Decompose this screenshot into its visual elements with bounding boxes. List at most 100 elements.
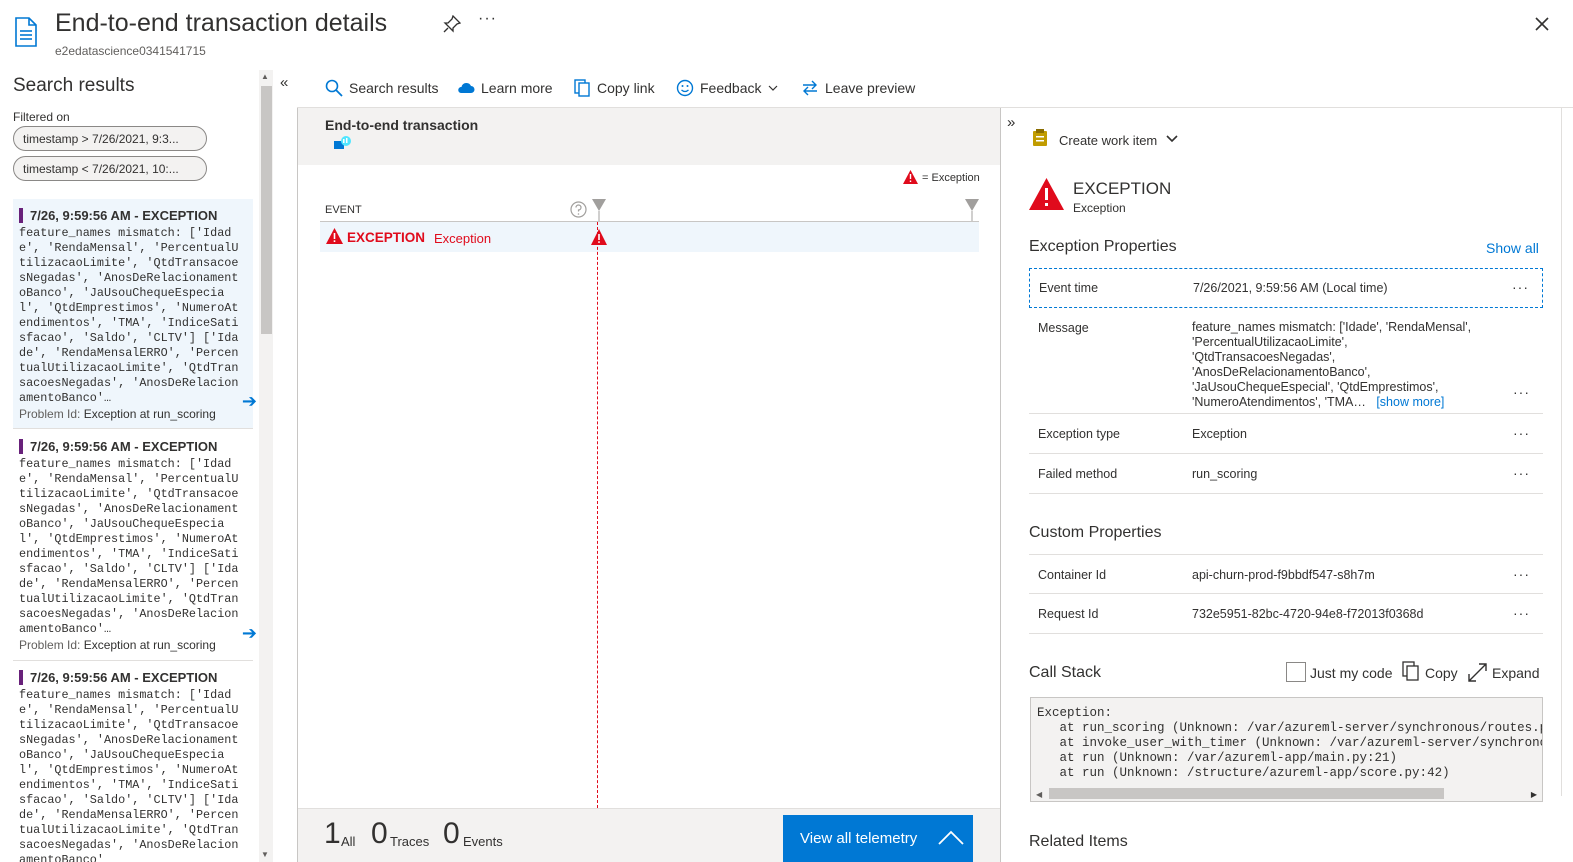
call-stack-title: Call Stack	[1029, 664, 1102, 681]
exception-subtitle: Exception	[1073, 201, 1126, 215]
message-line: 'PercentualUtilizacaoLimite',	[1192, 335, 1348, 349]
page-subtitle: e2edatascience0341541715	[55, 44, 206, 58]
message-line: 'AnosDeRelacionamentoBanco',	[1192, 365, 1371, 379]
more-options-icon[interactable]: ···	[478, 10, 497, 28]
timeline-exception-icon[interactable]	[591, 229, 607, 245]
result-body: feature_names mismatch: ['Idad e', 'Rend…	[19, 457, 239, 636]
transaction-title: End-to-end transaction	[325, 117, 479, 133]
scroll-left-icon[interactable]: ◀	[1036, 790, 1042, 799]
left-scrollbar-thumb[interactable]	[261, 86, 272, 334]
prop-value: api-churn-prod-f9bbdf547-s8h7m	[1192, 568, 1375, 582]
traces-label: Traces	[390, 834, 430, 849]
feedback-button[interactable]: Feedback	[676, 79, 779, 97]
prop-row-message[interactable]: Message feature_names mismatch: ['Idade'…	[1029, 308, 1543, 414]
scroll-up-icon[interactable]: ▲	[261, 72, 269, 81]
prop-row-request-id[interactable]: Request Id 732e5951-82bc-4720-94e8-f7201…	[1029, 594, 1543, 634]
prop-key: Request Id	[1038, 607, 1099, 621]
result-problem-id: Problem Id: Exception at run_scoring	[19, 638, 216, 652]
timeline-start-handle-icon[interactable]	[592, 199, 606, 221]
collapse-panel-icon[interactable]: «	[280, 74, 288, 91]
leave-preview-label: Leave preview	[825, 80, 916, 96]
search-result-item[interactable]: 7/26, 9:59:56 AM - EXCEPTION feature_nam…	[13, 430, 257, 661]
right-scrollbar-thumb[interactable]	[1561, 108, 1570, 796]
problem-label: Problem Id:	[19, 638, 81, 652]
row-more-icon[interactable]: ···	[1513, 605, 1530, 621]
exception-properties-title: Exception Properties	[1029, 238, 1177, 255]
call-stack-box[interactable]: Exception: at run_scoring (Unknown: /var…	[1030, 697, 1543, 802]
row-more-icon[interactable]: ···	[1513, 465, 1530, 481]
result-body: feature_names mismatch: ['Idad e', 'Rend…	[19, 688, 239, 862]
help-icon[interactable]	[570, 201, 587, 218]
problem-value: Exception at run_scoring	[83, 407, 216, 421]
traces-count: 0	[371, 817, 388, 850]
legend-text: = Exception	[922, 172, 980, 184]
expand-stack-button[interactable]: Expand	[1492, 665, 1539, 681]
row-more-icon[interactable]: ···	[1513, 566, 1530, 582]
search-results-label: Search results	[349, 80, 439, 96]
search-result-item[interactable]: 7/26, 9:59:56 AM - EXCEPTION feature_nam…	[13, 661, 253, 862]
copy-link-button[interactable]: Copy link	[573, 79, 655, 97]
view-all-label: View all telemetry	[800, 830, 918, 847]
work-item-icon	[1033, 129, 1047, 146]
timeline-end-handle-icon[interactable]	[965, 199, 979, 221]
result-header: 7/26, 9:59:56 AM - EXCEPTION	[19, 439, 217, 454]
filter-pill-start[interactable]: timestamp > 7/26/2021, 9:3...	[13, 126, 207, 151]
exception-large-icon	[1029, 178, 1064, 210]
row-more-icon[interactable]: ···	[1512, 279, 1529, 295]
call-stack-scrollbar-thumb[interactable]	[1049, 788, 1444, 799]
chevron-down-icon[interactable]	[1166, 135, 1178, 143]
search-icon	[325, 79, 343, 97]
open-result-arrow-icon[interactable]: ➔	[242, 623, 257, 644]
prop-row-exception-type[interactable]: Exception type Exception ···	[1029, 414, 1543, 454]
document-icon	[15, 17, 37, 47]
close-icon[interactable]	[1533, 15, 1551, 33]
prop-value: Exception	[1192, 427, 1247, 441]
message-line: 'JaUsouChequeEspecial', 'QtdEmprestimos'…	[1192, 380, 1439, 394]
event-row-type: Exception	[434, 231, 492, 246]
scroll-right-icon[interactable]: ▶	[1531, 790, 1537, 799]
row-more-icon[interactable]: ···	[1513, 384, 1530, 400]
prop-value: run_scoring	[1192, 467, 1258, 481]
chevron-down-icon	[769, 85, 778, 91]
copy-link-label: Copy link	[597, 80, 655, 96]
message-line: 'NumeroAtendimentos', 'TMA… [show more]	[1192, 395, 1471, 410]
learn-more-label: Learn more	[481, 80, 553, 96]
view-all-telemetry-button[interactable]: View all telemetry	[783, 815, 973, 862]
just-my-code-label: Just my code	[1310, 665, 1393, 681]
event-row-label: EXCEPTION	[347, 230, 426, 245]
expand-panel-icon[interactable]: »	[1007, 114, 1015, 131]
prop-value: 732e5951-82bc-4720-94e8-f72013f0368d	[1192, 607, 1424, 621]
feedback-label: Feedback	[700, 80, 762, 96]
prop-key: Event time	[1039, 281, 1099, 295]
filter-pill-end[interactable]: timestamp < 7/26/2021, 10:...	[13, 156, 207, 181]
copy-icon[interactable]	[1402, 661, 1420, 681]
result-header: 7/26, 9:59:56 AM - EXCEPTION	[19, 208, 217, 223]
prop-row-failed-method[interactable]: Failed method run_scoring ···	[1029, 454, 1543, 494]
cloud-icon	[458, 82, 475, 93]
leave-preview-button[interactable]: Leave preview	[801, 79, 915, 97]
events-count: 0	[443, 817, 460, 850]
search-result-item[interactable]: 7/26, 9:59:56 AM - EXCEPTION feature_nam…	[13, 199, 257, 429]
show-all-link[interactable]: Show all	[1486, 240, 1539, 256]
pin-icon[interactable]	[443, 15, 461, 33]
prop-row-event-time[interactable]: Event time 7/26/2021, 9:59:56 AM (Local …	[1029, 268, 1543, 308]
row-more-icon[interactable]: ···	[1513, 425, 1530, 441]
show-more-link[interactable]: [show more]	[1376, 395, 1444, 409]
call-stack-text: Exception: at run_scoring (Unknown: /var…	[1037, 706, 1543, 780]
open-result-arrow-icon[interactable]: ➔	[242, 391, 257, 412]
prop-key: Exception type	[1038, 427, 1120, 441]
create-work-item-button[interactable]: Create work item	[1059, 133, 1157, 148]
exception-icon	[326, 228, 343, 244]
just-my-code-checkbox[interactable]	[1286, 662, 1306, 682]
scroll-down-icon[interactable]: ▼	[261, 850, 269, 859]
app-insights-icon	[334, 136, 351, 149]
search-results-button[interactable]: Search results	[325, 79, 438, 97]
prop-row-container-id[interactable]: Container Id api-churn-prod-f9bbdf547-s8…	[1029, 554, 1543, 594]
search-results-title: Search results	[13, 75, 135, 96]
copy-stack-button[interactable]: Copy	[1425, 665, 1458, 681]
expand-icon[interactable]	[1468, 663, 1487, 682]
timeline-marker-line	[597, 222, 598, 808]
exception-legend-icon	[903, 170, 918, 184]
learn-more-button[interactable]: Learn more	[457, 79, 553, 97]
result-body: feature_names mismatch: ['Idad e', 'Rend…	[19, 226, 239, 405]
